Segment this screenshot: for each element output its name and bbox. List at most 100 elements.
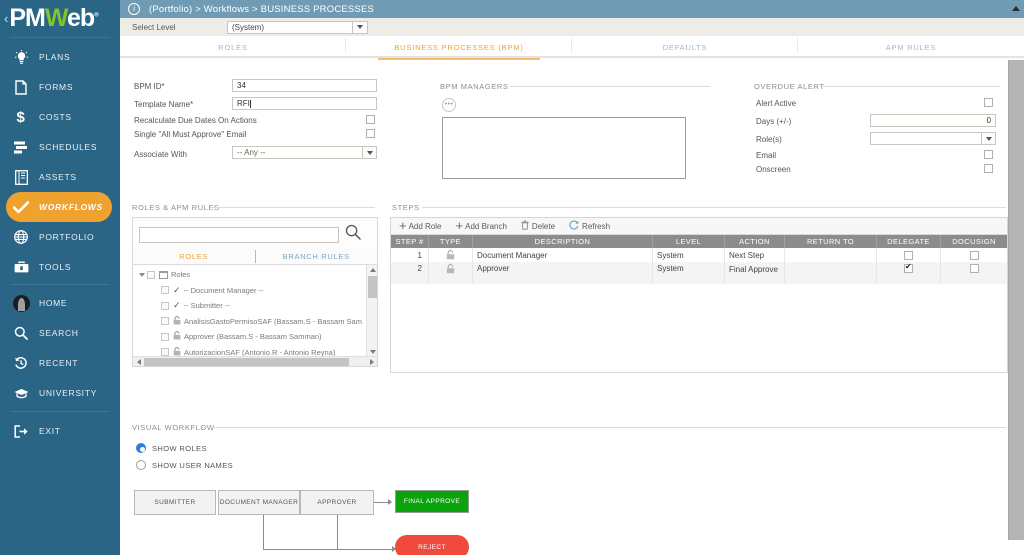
email-checkbox[interactable] [984,150,993,159]
alert-active-checkbox[interactable] [984,98,993,107]
delegate-checkbox[interactable] [904,262,913,273]
bpm-id-value: 34 [237,81,246,90]
add-role-button[interactable]: + Add Role [399,219,442,232]
search-icon[interactable] [345,224,361,245]
cell-delegate [877,248,941,262]
chevron-down-icon[interactable] [362,147,376,158]
node-reject[interactable]: REJECT [395,535,469,555]
sidebar-item-plans[interactable]: PLANS [0,42,120,72]
sidebar-item-label: WORKFLOWS [39,202,103,212]
sidebar-collapse-icon[interactable]: ‹ [4,11,8,26]
brand-registered-mark: ® [94,12,99,19]
bpm-managers-more-button[interactable]: ••• [442,98,456,112]
scroll-right-icon[interactable] [367,357,376,367]
scroll-up-icon[interactable] [368,266,377,274]
associate-with-label: Associate With [134,150,187,159]
show-roles-radio[interactable] [136,443,146,453]
node-final-approve[interactable]: FINAL APPROVE [395,490,469,513]
add-branch-button[interactable]: + Add Branch [455,218,507,233]
chevron-down-icon[interactable] [981,133,995,144]
expand-arrow-icon[interactable] [137,272,147,277]
tree-checkbox[interactable] [161,301,169,310]
scroll-down-icon[interactable] [368,348,377,356]
bpm-id-input[interactable]: 34 [232,79,377,92]
refresh-button[interactable]: Refresh [569,220,610,232]
sidebar-item-search[interactable]: SEARCH [0,318,120,348]
tab-apm-rules[interactable]: APM RULES [798,36,1024,58]
tab-business-processes[interactable]: BUSINESS PROCESSES (BPM) [346,36,572,60]
sidebar-item-university[interactable]: UNIVERSITY [0,378,120,408]
column-header-docusign: DOCUSIGN [952,237,996,246]
tree-item-roles-root[interactable]: Roles [137,267,366,283]
node-label: REJECT [418,543,446,551]
roles-tree[interactable]: Roles ✓ -- Document Manager -- ✓ -- Subm… [133,265,366,357]
sidebar-item-schedules[interactable]: SCHEDULES [0,132,120,162]
roles-tree-hscrollbar[interactable] [133,356,377,366]
sidebar-item-workflows[interactable]: WORKFLOWS [6,192,112,222]
template-name-value: RFI [237,99,250,108]
roles-dropdown[interactable] [870,132,996,145]
tree-item-submitter[interactable]: ✓ -- Submitter -- [137,298,366,314]
delegate-checkbox[interactable] [904,250,913,260]
show-user-names-label: SHOW USER NAMES [152,461,234,470]
sidebar-item-costs[interactable]: $ COSTS [0,102,120,132]
recalculate-due-dates-label: Recalculate Due Dates On Actions [134,116,257,125]
table-row[interactable]: 2 Approver System Final Approve [391,262,1007,284]
onscreen-checkbox[interactable] [984,164,993,173]
tree-checkbox[interactable] [147,270,155,279]
bpm-managers-title: BPM MANAGERS [440,82,509,91]
tree-item-document-manager[interactable]: ✓ -- Document Manager -- [137,283,366,299]
page-scroll-up-button[interactable] [1010,3,1022,13]
delete-button[interactable]: Delete [521,220,555,232]
column-header-type: TYPE [429,235,473,248]
brand-logo[interactable]: ‹ PMWeb® [0,0,120,37]
days-input[interactable]: 0 [870,114,996,127]
select-level-dropdown[interactable]: (System) [227,20,368,34]
page-vertical-scrollbar[interactable] [1008,60,1024,540]
info-icon[interactable]: i [128,3,140,15]
tree-checkbox[interactable] [161,286,169,295]
docusign-checkbox[interactable] [969,264,979,273]
node-approver[interactable]: APPROVER [300,490,374,515]
exit-icon [10,424,32,438]
sidebar-item-portfolio[interactable]: PORTFOLIO [0,222,120,252]
tree-item-approver[interactable]: Approver (Bassam.S - Bassam Samman) [137,329,366,345]
refresh-label: Refresh [582,221,611,231]
column-header-level: LEVEL [653,235,725,248]
sidebar-item-home[interactable]: HOME [0,288,120,318]
docusign-checkbox[interactable] [969,250,979,260]
associate-with-dropdown[interactable]: -- Any -- [232,146,377,159]
plus-icon: + [455,218,464,233]
node-submitter[interactable]: SUBMITTER [134,490,216,515]
roles-tree-vscrollbar[interactable] [366,265,377,357]
tab-roles[interactable]: ROLES [120,36,346,58]
scrollbar-thumb[interactable] [144,358,349,366]
sidebar-item-exit[interactable]: EXIT [0,416,120,446]
tab-defaults[interactable]: DEFAULTS [572,36,798,58]
sidebar-item-assets[interactable]: ASSETS [0,162,120,192]
scroll-left-icon[interactable] [134,357,143,367]
brand-eb: eb [67,4,95,32]
tree-checkbox[interactable] [161,317,169,326]
sidebar-item-tools[interactable]: TOOLS [0,252,120,282]
sidebar-item-forms[interactable]: FORMS [0,72,120,102]
roles-search-input[interactable] [139,226,339,243]
svg-text:$: $ [16,109,25,125]
sidebar-item-label: HOME [39,298,68,308]
sidebar-item-recent[interactable]: RECENT [0,348,120,378]
tree-item-analisis-gasto[interactable]: AnalisisGastoPermisoSAF (Bassam.S - Bass… [137,314,366,330]
roles-tab-branch-rules[interactable]: BRANCH RULES [256,248,378,264]
cell-level: System [653,262,725,284]
scrollbar-thumb[interactable] [368,276,377,298]
roles-tab-roles[interactable]: ROLES [133,248,255,264]
single-approve-email-checkbox[interactable] [366,129,375,138]
column-header-action: ACTION [725,235,785,248]
bpm-managers-list[interactable] [442,117,686,179]
show-user-names-radio[interactable] [136,460,146,470]
tree-checkbox[interactable] [161,332,169,341]
chevron-down-icon[interactable] [352,21,367,33]
table-row[interactable]: 1 Document Manager System Next Step [391,248,1007,262]
recalculate-due-dates-checkbox[interactable] [366,115,375,124]
template-name-input[interactable]: RFI [232,97,377,110]
node-document-manager[interactable]: DOCUMENT MANAGER [218,490,300,515]
